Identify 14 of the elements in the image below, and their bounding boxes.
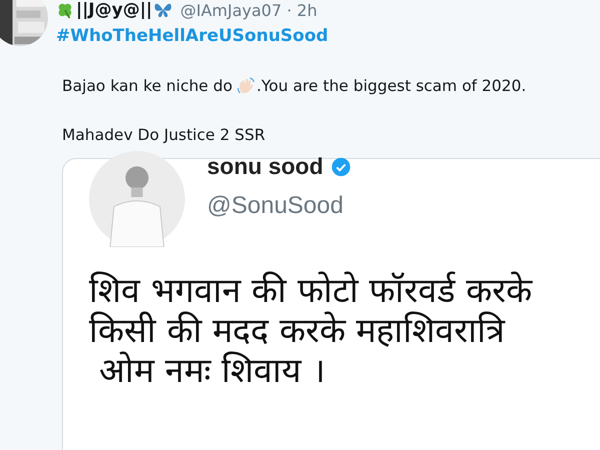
tweet-text: Bajao kan ke niche do bbox=[62, 77, 232, 95]
tweet-text: ओम नमः शिवाय । bbox=[98, 351, 326, 391]
account-handle: @SonuSood bbox=[207, 192, 344, 220]
account-name: sonu sood bbox=[207, 153, 324, 180]
tweet-text: .You are the biggest scam of 2020. bbox=[256, 77, 526, 95]
waving-hand-icon bbox=[236, 76, 256, 96]
tweet-text: किसी की मदद करके महाशिवरात्रि bbox=[89, 311, 506, 351]
clover-icon bbox=[56, 1, 74, 19]
handle-and-time: @IAmJaya07 · 2h bbox=[180, 0, 318, 20]
hashtag-link[interactable]: #WhoTheHellAreUSonuSood bbox=[56, 26, 328, 46]
butterfly-icon bbox=[154, 1, 172, 19]
tweet-text: Mahadev Do Justice 2 SSR bbox=[62, 126, 266, 144]
display-name: ||J@y@|| bbox=[76, 0, 152, 20]
tweet-text: शिव भगवान की फोटो फॉरवर्ड करके bbox=[89, 271, 534, 311]
